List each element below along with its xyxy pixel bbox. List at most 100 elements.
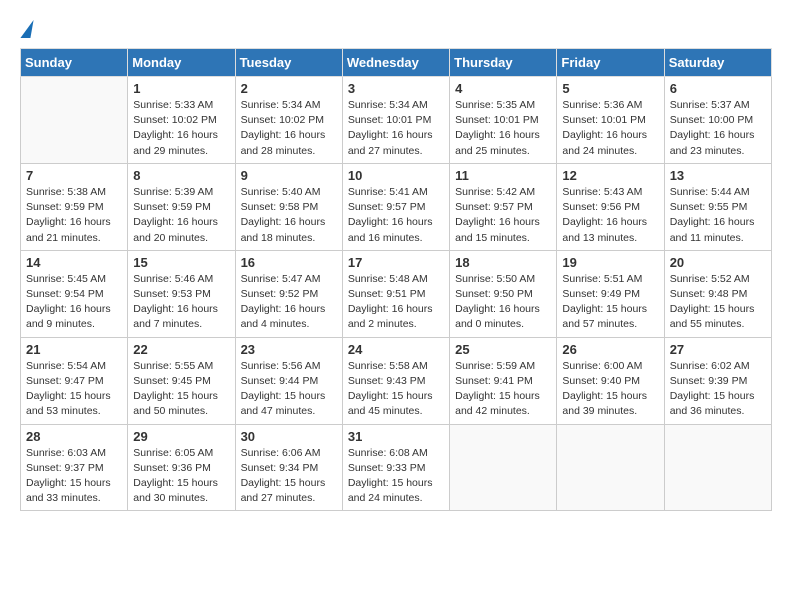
day-info: Sunrise: 5:37 AM Sunset: 10:00 PM Daylig… bbox=[670, 98, 766, 159]
day-number: 23 bbox=[241, 342, 337, 357]
day-number: 3 bbox=[348, 81, 444, 96]
calendar-cell: 16 Sunrise: 5:47 AM Sunset: 9:52 PM Dayli… bbox=[235, 250, 342, 337]
page-header bbox=[20, 20, 772, 38]
calendar-cell bbox=[450, 424, 557, 511]
calendar-cell: 29 Sunrise: 6:05 AM Sunset: 9:36 PM Dayli… bbox=[128, 424, 235, 511]
day-info: Sunrise: 6:06 AM Sunset: 9:34 PM Dayligh… bbox=[241, 446, 337, 507]
day-info: Sunrise: 5:36 AM Sunset: 10:01 PM Daylig… bbox=[562, 98, 658, 159]
day-number: 31 bbox=[348, 429, 444, 444]
day-info: Sunrise: 5:44 AM Sunset: 9:55 PM Dayligh… bbox=[670, 185, 766, 246]
calendar-cell: 7 Sunrise: 5:38 AM Sunset: 9:59 PM Daylig… bbox=[21, 163, 128, 250]
day-info: Sunrise: 5:43 AM Sunset: 9:56 PM Dayligh… bbox=[562, 185, 658, 246]
day-info: Sunrise: 5:58 AM Sunset: 9:43 PM Dayligh… bbox=[348, 359, 444, 420]
calendar-cell: 30Sunrise: 6:06 AM Sunset: 9:34 PM Dayli… bbox=[235, 424, 342, 511]
day-info: Sunrise: 5:38 AM Sunset: 9:59 PM Dayligh… bbox=[26, 185, 122, 246]
day-number: 25 bbox=[455, 342, 551, 357]
day-info: Sunrise: 5:46 AM Sunset: 9:53 PM Dayligh… bbox=[133, 272, 229, 333]
day-info: Sunrise: 6:02 AM Sunset: 9:39 PM Dayligh… bbox=[670, 359, 766, 420]
calendar-table: SundayMondayTuesdayWednesdayThursdayFrid… bbox=[20, 48, 772, 511]
calendar-cell: 8 Sunrise: 5:39 AM Sunset: 9:59 PM Daylig… bbox=[128, 163, 235, 250]
calendar-week-row: 1Sunrise: 5:33 AM Sunset: 10:02 PM Dayli… bbox=[21, 77, 772, 164]
calendar-cell: 19 Sunrise: 5:51 AM Sunset: 9:49 PM Dayli… bbox=[557, 250, 664, 337]
calendar-cell bbox=[557, 424, 664, 511]
day-info: Sunrise: 5:51 AM Sunset: 9:49 PM Dayligh… bbox=[562, 272, 658, 333]
day-number: 28 bbox=[26, 429, 122, 444]
calendar-cell: 15 Sunrise: 5:46 AM Sunset: 9:53 PM Dayli… bbox=[128, 250, 235, 337]
day-number: 21 bbox=[26, 342, 122, 357]
logo bbox=[20, 20, 34, 38]
day-info: Sunrise: 5:41 AM Sunset: 9:57 PM Dayligh… bbox=[348, 185, 444, 246]
day-number: 2 bbox=[241, 81, 337, 96]
day-info: Sunrise: 5:40 AM Sunset: 9:58 PM Dayligh… bbox=[241, 185, 337, 246]
weekday-header: Friday bbox=[557, 49, 664, 77]
day-info: Sunrise: 5:54 AM Sunset: 9:47 PM Dayligh… bbox=[26, 359, 122, 420]
calendar-week-row: 28 Sunrise: 6:03 AM Sunset: 9:37 PM Dayli… bbox=[21, 424, 772, 511]
calendar-cell: 21 Sunrise: 5:54 AM Sunset: 9:47 PM Dayli… bbox=[21, 337, 128, 424]
day-info: Sunrise: 5:48 AM Sunset: 9:51 PM Dayligh… bbox=[348, 272, 444, 333]
logo-icon bbox=[20, 20, 33, 38]
calendar-cell: 28 Sunrise: 6:03 AM Sunset: 9:37 PM Dayli… bbox=[21, 424, 128, 511]
weekday-header: Saturday bbox=[664, 49, 771, 77]
day-number: 14 bbox=[26, 255, 122, 270]
day-number: 26 bbox=[562, 342, 658, 357]
day-number: 16 bbox=[241, 255, 337, 270]
calendar-week-row: 21 Sunrise: 5:54 AM Sunset: 9:47 PM Dayli… bbox=[21, 337, 772, 424]
weekday-header: Sunday bbox=[21, 49, 128, 77]
day-number: 18 bbox=[455, 255, 551, 270]
calendar-week-row: 7 Sunrise: 5:38 AM Sunset: 9:59 PM Daylig… bbox=[21, 163, 772, 250]
day-number: 13 bbox=[670, 168, 766, 183]
calendar-cell: 27 Sunrise: 6:02 AM Sunset: 9:39 PM Dayli… bbox=[664, 337, 771, 424]
weekday-header: Thursday bbox=[450, 49, 557, 77]
day-number: 17 bbox=[348, 255, 444, 270]
calendar-cell: 3Sunrise: 5:34 AM Sunset: 10:01 PM Dayli… bbox=[342, 77, 449, 164]
day-number: 29 bbox=[133, 429, 229, 444]
day-number: 4 bbox=[455, 81, 551, 96]
day-info: Sunrise: 5:39 AM Sunset: 9:59 PM Dayligh… bbox=[133, 185, 229, 246]
day-info: Sunrise: 5:47 AM Sunset: 9:52 PM Dayligh… bbox=[241, 272, 337, 333]
calendar-cell: 5 Sunrise: 5:36 AM Sunset: 10:01 PM Dayli… bbox=[557, 77, 664, 164]
day-info: Sunrise: 6:08 AM Sunset: 9:33 PM Dayligh… bbox=[348, 446, 444, 507]
day-number: 6 bbox=[670, 81, 766, 96]
calendar-cell: 25Sunrise: 5:59 AM Sunset: 9:41 PM Dayli… bbox=[450, 337, 557, 424]
calendar-cell bbox=[664, 424, 771, 511]
day-info: Sunrise: 5:42 AM Sunset: 9:57 PM Dayligh… bbox=[455, 185, 551, 246]
day-number: 7 bbox=[26, 168, 122, 183]
calendar-cell: 26 Sunrise: 6:00 AM Sunset: 9:40 PM Dayli… bbox=[557, 337, 664, 424]
calendar-cell: 6 Sunrise: 5:37 AM Sunset: 10:00 PM Dayli… bbox=[664, 77, 771, 164]
calendar-cell: 18 Sunrise: 5:50 AM Sunset: 9:50 PM Dayli… bbox=[450, 250, 557, 337]
calendar-cell: 11 Sunrise: 5:42 AM Sunset: 9:57 PM Dayli… bbox=[450, 163, 557, 250]
calendar-cell: 1Sunrise: 5:33 AM Sunset: 10:02 PM Dayli… bbox=[128, 77, 235, 164]
day-number: 8 bbox=[133, 168, 229, 183]
day-number: 11 bbox=[455, 168, 551, 183]
calendar-cell: 9Sunrise: 5:40 AM Sunset: 9:58 PM Daylig… bbox=[235, 163, 342, 250]
day-number: 10 bbox=[348, 168, 444, 183]
calendar-header-row: SundayMondayTuesdayWednesdayThursdayFrid… bbox=[21, 49, 772, 77]
calendar-cell: 23 Sunrise: 5:56 AM Sunset: 9:44 PM Dayli… bbox=[235, 337, 342, 424]
day-info: Sunrise: 5:55 AM Sunset: 9:45 PM Dayligh… bbox=[133, 359, 229, 420]
day-info: Sunrise: 5:35 AM Sunset: 10:01 PM Daylig… bbox=[455, 98, 551, 159]
day-number: 27 bbox=[670, 342, 766, 357]
weekday-header: Wednesday bbox=[342, 49, 449, 77]
day-number: 12 bbox=[562, 168, 658, 183]
day-info: Sunrise: 5:50 AM Sunset: 9:50 PM Dayligh… bbox=[455, 272, 551, 333]
day-info: Sunrise: 6:00 AM Sunset: 9:40 PM Dayligh… bbox=[562, 359, 658, 420]
calendar-cell: 24 Sunrise: 5:58 AM Sunset: 9:43 PM Dayli… bbox=[342, 337, 449, 424]
calendar-cell: 4 Sunrise: 5:35 AM Sunset: 10:01 PM Dayli… bbox=[450, 77, 557, 164]
calendar-cell: 17 Sunrise: 5:48 AM Sunset: 9:51 PM Dayli… bbox=[342, 250, 449, 337]
weekday-header: Monday bbox=[128, 49, 235, 77]
day-number: 24 bbox=[348, 342, 444, 357]
day-info: Sunrise: 6:03 AM Sunset: 9:37 PM Dayligh… bbox=[26, 446, 122, 507]
day-number: 5 bbox=[562, 81, 658, 96]
day-number: 20 bbox=[670, 255, 766, 270]
day-number: 19 bbox=[562, 255, 658, 270]
calendar-cell: 14Sunrise: 5:45 AM Sunset: 9:54 PM Dayli… bbox=[21, 250, 128, 337]
day-info: Sunrise: 5:33 AM Sunset: 10:02 PM Daylig… bbox=[133, 98, 229, 159]
calendar-cell: 22Sunrise: 5:55 AM Sunset: 9:45 PM Dayli… bbox=[128, 337, 235, 424]
calendar-cell: 31 Sunrise: 6:08 AM Sunset: 9:33 PM Dayli… bbox=[342, 424, 449, 511]
calendar-cell: 10 Sunrise: 5:41 AM Sunset: 9:57 PM Dayli… bbox=[342, 163, 449, 250]
day-info: Sunrise: 6:05 AM Sunset: 9:36 PM Dayligh… bbox=[133, 446, 229, 507]
day-number: 15 bbox=[133, 255, 229, 270]
day-info: Sunrise: 5:34 AM Sunset: 10:02 PM Daylig… bbox=[241, 98, 337, 159]
weekday-header: Tuesday bbox=[235, 49, 342, 77]
day-info: Sunrise: 5:56 AM Sunset: 9:44 PM Dayligh… bbox=[241, 359, 337, 420]
